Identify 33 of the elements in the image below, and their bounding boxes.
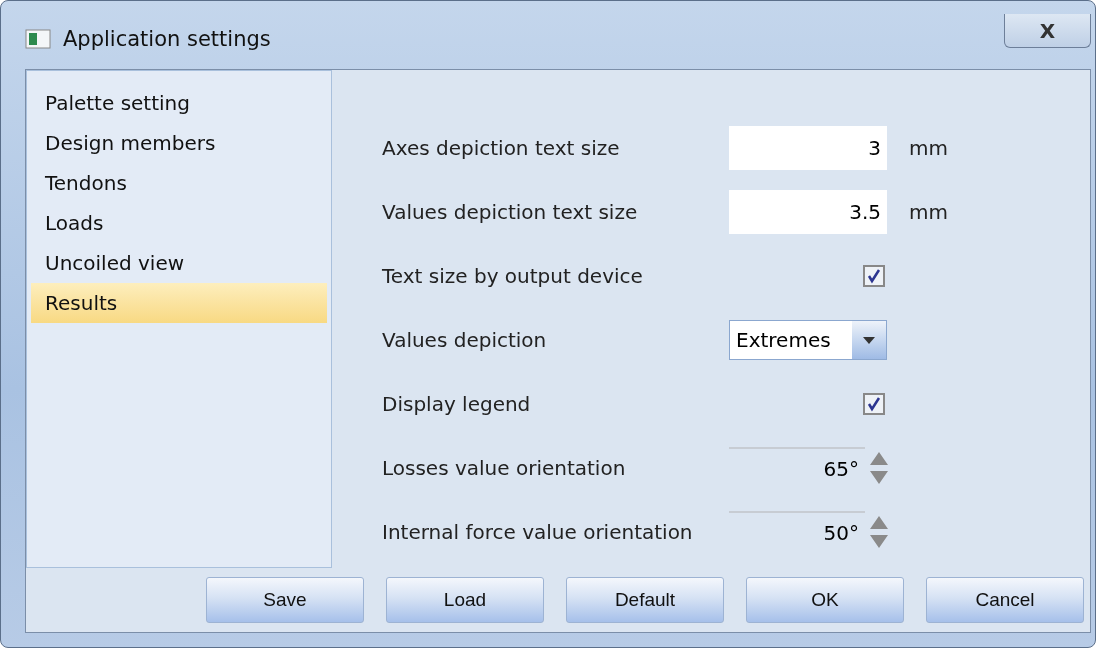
- setting-label: Display legend: [382, 392, 532, 416]
- dialog-button[interactable]: Default: [566, 577, 724, 623]
- setting-label: Losses value orientation: [382, 456, 627, 480]
- checkbox[interactable]: [863, 265, 885, 287]
- setting-label: Axes depiction text size: [382, 136, 621, 160]
- setting-label: Values depiction text size: [382, 200, 639, 224]
- dialog-button[interactable]: Save: [206, 577, 364, 623]
- caret-icon: [863, 336, 875, 344]
- setting-label: Text size by output device: [382, 264, 644, 288]
- dialog-button[interactable]: Load: [386, 577, 544, 623]
- close-button[interactable]: X: [1004, 14, 1091, 48]
- dialog-button[interactable]: Cancel: [926, 577, 1084, 623]
- spin-arrows-icon[interactable]: [869, 515, 889, 549]
- dropdown[interactable]: Extremes: [729, 320, 887, 360]
- unit-label: mm: [909, 200, 948, 224]
- sidebar-item[interactable]: Loads: [31, 203, 327, 243]
- unit-label: mm: [909, 136, 948, 160]
- sidebar-item[interactable]: Palette setting: [31, 83, 327, 123]
- setting-label: Internal force value orientation: [382, 520, 694, 544]
- sidebar-item[interactable]: Tendons: [31, 163, 327, 203]
- input-field[interactable]: 3.5: [729, 190, 887, 234]
- sidebar-item[interactable]: Results: [31, 283, 327, 323]
- app-icon: [25, 29, 51, 49]
- setting-label: Values depiction: [382, 328, 548, 352]
- spin-arrows-icon[interactable]: [869, 451, 889, 485]
- checkbox[interactable]: [863, 393, 885, 415]
- sidebar-item[interactable]: Design members: [31, 123, 327, 163]
- spinner-field[interactable]: 65°: [729, 447, 865, 489]
- dialog-button[interactable]: OK: [746, 577, 904, 623]
- sidebar-item[interactable]: Uncoiled view: [31, 243, 327, 283]
- spinner-field[interactable]: 50°: [729, 511, 865, 553]
- input-field[interactable]: 3: [729, 126, 887, 170]
- window-title: Application settings: [63, 27, 271, 51]
